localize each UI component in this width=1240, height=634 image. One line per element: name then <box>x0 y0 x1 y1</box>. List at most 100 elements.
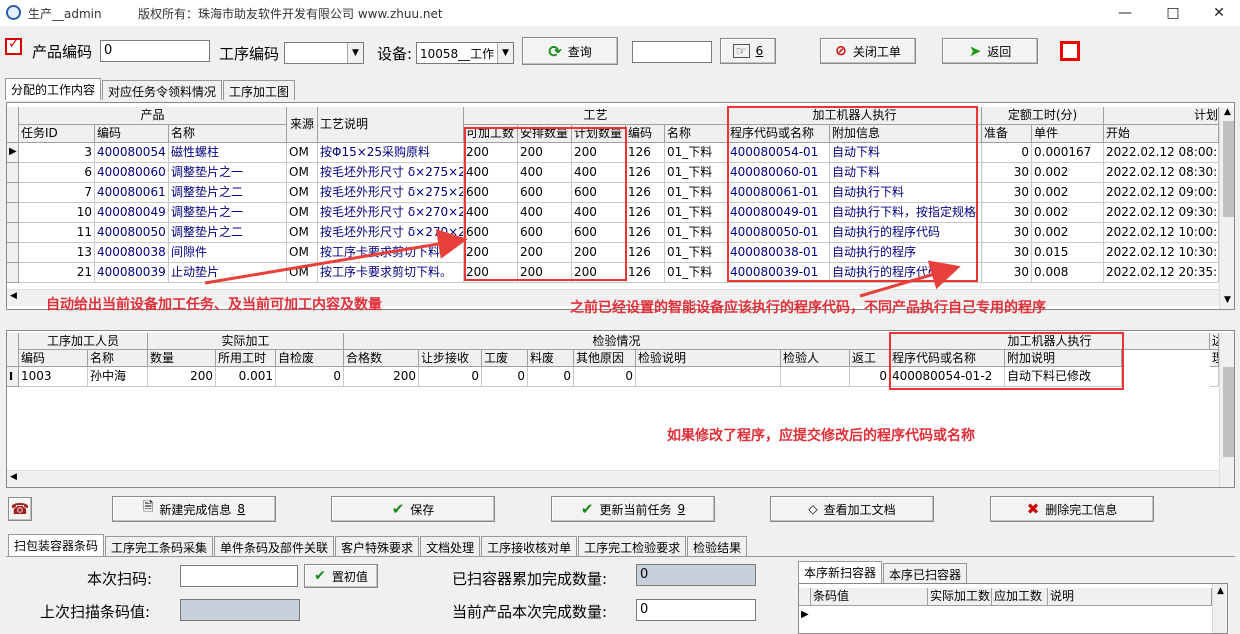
product-code-input[interactable]: 0 <box>100 40 210 62</box>
phone-button[interactable]: ☎ <box>8 497 32 521</box>
task-cell-product-name[interactable]: 调整垫片之一 <box>169 203 287 223</box>
task-cell-product-name[interactable]: 间隙件 <box>169 243 287 263</box>
tab-customer-requirements[interactable]: 客户特殊要求 <box>335 536 420 556</box>
task-cell-process-name[interactable]: 01_下料 <box>665 223 728 243</box>
back-button[interactable]: ➤ 返回 <box>942 38 1038 64</box>
task-cell-product-name[interactable]: 止动垫片 <box>169 263 287 283</box>
minimize-icon[interactable]: — <box>1102 0 1148 26</box>
completion-cell-quantity[interactable]: 200 <box>148 367 216 387</box>
task-cell-process-name[interactable]: 01_下料 <box>665 143 728 163</box>
row-selector[interactable] <box>7 263 19 283</box>
task-cell-start-time[interactable]: 2022.02.12 09:00:0 <box>1104 183 1219 203</box>
completion-cell-hours-used[interactable]: 0.001 <box>216 367 276 387</box>
completion-cell-worker-code[interactable]: 1003 <box>19 367 88 387</box>
completion-grid-horizontal-scrollbar[interactable]: ◀ <box>7 470 1219 487</box>
task-grid-vertical-scrollbar[interactable]: ▲ ▼ <box>1219 107 1234 309</box>
task-cell-process-name[interactable]: 01_下料 <box>665 243 728 263</box>
task-cell-unit-time[interactable]: 0.002 <box>1032 163 1104 183</box>
task-cell-unit-time[interactable]: 0.002 <box>1032 203 1104 223</box>
process-code-select[interactable]: ▼ <box>284 42 364 64</box>
task-cell-process-code[interactable]: 126 <box>626 183 665 203</box>
completion-cell-inspection-note[interactable] <box>636 367 781 387</box>
task-cell-process-code[interactable]: 126 <box>626 143 665 163</box>
task-cell-source[interactable]: OM <box>287 203 318 223</box>
scroll-thumb[interactable] <box>1223 121 1234 217</box>
reset-button[interactable]: ✔ 置初值 <box>304 564 378 588</box>
tab-unit-barcode-parts[interactable]: 单件条码及部件关联 <box>214 536 335 556</box>
task-cell-source[interactable]: OM <box>287 263 318 283</box>
task-cell-process-desc[interactable]: 按毛坯外形尺寸 δ×275×27 <box>318 183 464 203</box>
task-cell-task-id[interactable]: 11 <box>19 223 95 243</box>
completion-cell-theory-weight[interactable] <box>1210 367 1219 387</box>
checkbox-checked[interactable]: ✓ <box>5 36 22 55</box>
save-button[interactable]: ✔ 保存 <box>331 496 495 522</box>
task-cell-product-code[interactable]: 400080049 <box>95 203 169 223</box>
task-cell-product-code[interactable]: 400080039 <box>95 263 169 283</box>
task-cell-process-desc[interactable]: 按工序卡要求剪切下料 <box>318 243 464 263</box>
row-selector[interactable] <box>7 163 19 183</box>
task-cell-start-time[interactable]: 2022.02.12 10:30:0 <box>1104 243 1219 263</box>
task-cell-product-name[interactable]: 磁性螺柱 <box>169 143 287 163</box>
task-cell-unit-time[interactable]: 0.008 <box>1032 263 1104 283</box>
scroll-thumb[interactable] <box>1223 367 1234 457</box>
completion-grid-vertical-scrollbar[interactable] <box>1219 333 1234 487</box>
tab-new-scanned[interactable]: 本序新扫容器 <box>798 561 883 583</box>
task-cell-process-code[interactable]: 126 <box>626 203 665 223</box>
completion-cell-other-reason[interactable]: 0 <box>574 367 636 387</box>
task-cell-unit-time[interactable]: 0.002 <box>1032 183 1104 203</box>
query-button[interactable]: ⟳ 查询 <box>522 37 618 65</box>
task-cell-product-name[interactable]: 调整垫片之二 <box>169 223 287 243</box>
container-grid[interactable]: 条码值 实际加工数 应加工数 说明 ▶ ▲ <box>798 583 1228 634</box>
tab-completion-inspection[interactable]: 工序完工检验要求 <box>578 536 687 556</box>
tab-material-pick[interactable]: 对应任务令领料情况 <box>102 80 223 100</box>
completion-cell-rework[interactable]: 0 <box>850 367 890 387</box>
tab-already-scanned[interactable]: 本序已扫容器 <box>883 563 968 583</box>
task-cell-task-id[interactable]: 3 <box>19 143 95 163</box>
task-cell-start-time[interactable]: 2022.02.12 09:30:0 <box>1104 203 1219 223</box>
task-cell-product-code[interactable]: 400080060 <box>95 163 169 183</box>
device-select[interactable]: 10058__工作 ▼ <box>416 42 514 64</box>
completion-cell-concession[interactable]: 0 <box>419 367 482 387</box>
task-cell-task-id[interactable]: 10 <box>19 203 95 223</box>
tab-receipt-checklist[interactable]: 工序接收核对单 <box>481 536 578 556</box>
task-cell-source[interactable]: OM <box>287 243 318 263</box>
count-button[interactable]: ☞ 6 <box>720 38 776 64</box>
new-completion-button[interactable]: 🗎 新建完成信息 8 <box>112 496 276 522</box>
completion-cell-self-scrap[interactable]: 0 <box>276 367 344 387</box>
task-cell-process-name[interactable]: 01_下料 <box>665 203 728 223</box>
task-cell-product-code[interactable]: 400080050 <box>95 223 169 243</box>
tab-document-handling[interactable]: 文档处理 <box>420 536 481 556</box>
task-cell-task-id[interactable]: 7 <box>19 183 95 203</box>
task-cell-task-id[interactable]: 21 <box>19 263 95 283</box>
task-cell-process-desc[interactable]: 按毛坯外形尺寸 δ×270×270 <box>318 203 464 223</box>
task-cell-source[interactable]: OM <box>287 163 318 183</box>
completion-cell-inspector[interactable] <box>781 367 850 387</box>
task-cell-process-desc[interactable]: 按Φ15×25采购原料 <box>318 143 464 163</box>
task-cell-source[interactable]: OM <box>287 183 318 203</box>
row-selector[interactable] <box>7 203 19 223</box>
tab-assigned-work[interactable]: 分配的工作内容 <box>5 78 102 100</box>
completion-cell-worker-name[interactable]: 孙中海 <box>88 367 148 387</box>
task-cell-product-name[interactable]: 调整垫片之二 <box>169 183 287 203</box>
update-task-button[interactable]: ✔ 更新当前任务 9 <box>551 496 715 522</box>
task-cell-process-name[interactable]: 01_下料 <box>665 183 728 203</box>
task-cell-task-id[interactable]: 6 <box>19 163 95 183</box>
task-cell-process-desc[interactable]: 按毛坯外形尺寸 δ×275×27 <box>318 163 464 183</box>
task-cell-start-time[interactable]: 2022.02.12 20:35:0 <box>1104 263 1219 283</box>
task-cell-product-code[interactable]: 400080054 <box>95 143 169 163</box>
completion-cell-work-scrap[interactable]: 0 <box>482 367 528 387</box>
row-selector[interactable] <box>7 243 19 263</box>
task-cell-prep-time[interactable]: 30 <box>982 183 1032 203</box>
task-cell-process-code[interactable]: 126 <box>626 223 665 243</box>
task-cell-prep-time[interactable]: 30 <box>982 223 1032 243</box>
task-cell-prep-time[interactable]: 0 <box>982 143 1032 163</box>
delete-completion-button[interactable]: ✖ 删除完工信息 <box>990 496 1154 522</box>
task-cell-process-code[interactable]: 126 <box>626 243 665 263</box>
task-cell-prep-time[interactable]: 30 <box>982 263 1032 283</box>
task-cell-process-name[interactable]: 01_下料 <box>665 163 728 183</box>
tab-process-completion-barcode[interactable]: 工序完工条码采集 <box>105 536 214 556</box>
task-cell-unit-time[interactable]: 0.000167 <box>1032 143 1104 163</box>
task-cell-unit-time[interactable]: 0.002 <box>1032 223 1104 243</box>
task-cell-process-code[interactable]: 126 <box>626 163 665 183</box>
this-scan-input[interactable] <box>180 565 298 587</box>
